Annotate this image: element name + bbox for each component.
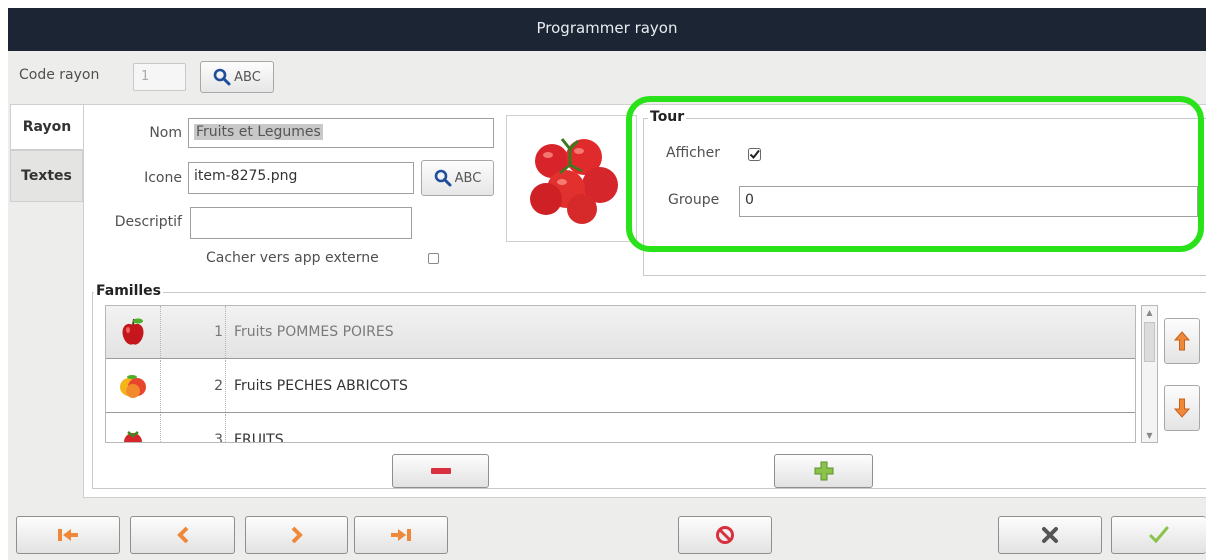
cacher-checkbox[interactable] xyxy=(428,253,439,264)
famille-number: 2 xyxy=(161,360,226,412)
famille-number: 3 xyxy=(161,414,226,442)
peach-icon xyxy=(106,360,161,412)
icone-search-button[interactable]: ABC xyxy=(421,160,494,196)
descriptif-label: Descriptif xyxy=(114,214,182,230)
strawberry-icon xyxy=(106,414,161,442)
nom-value: Fruits et Legumes xyxy=(194,124,323,140)
chevron-left-icon xyxy=(176,526,188,544)
window-title: Programmer rayon xyxy=(8,8,1206,51)
familles-row[interactable]: 3 FRUITS xyxy=(106,414,1135,443)
familles-title: Familles xyxy=(94,283,164,299)
x-icon xyxy=(1042,527,1058,543)
plus-icon xyxy=(814,461,833,481)
tab-textes[interactable]: Textes xyxy=(10,150,83,202)
tomatoes-image xyxy=(529,137,618,224)
famille-name: FRUITS xyxy=(234,432,284,443)
code-rayon-label: Code rayon xyxy=(19,67,100,83)
famille-number: 1 xyxy=(161,306,226,358)
icone-label: Icone xyxy=(144,170,182,186)
famille-name: Fruits POMMES POIRES xyxy=(234,324,394,340)
icone-field[interactable]: item-8275.png xyxy=(188,162,414,194)
scroll-thumb[interactable] xyxy=(1144,322,1155,362)
scroll-down-arrow-icon[interactable]: ▼ xyxy=(1142,429,1157,442)
familles-list: 1 Fruits POMMES POIRES 2 Fruits PECHES A… xyxy=(105,305,1136,443)
remove-famille-button[interactable] xyxy=(392,454,489,488)
apple-icon xyxy=(106,306,161,358)
code-rayon-search-label: ABC xyxy=(234,69,261,85)
cacher-label: Cacher vers app externe xyxy=(206,250,379,266)
familles-row[interactable]: 2 Fruits PECHES ABRICOTS xyxy=(106,360,1135,413)
delete-button[interactable] xyxy=(678,516,772,554)
minus-icon xyxy=(430,468,451,474)
add-famille-button[interactable] xyxy=(774,454,873,488)
tour-highlight xyxy=(626,96,1204,252)
nom-label: Nom xyxy=(149,125,182,141)
code-rayon-search-button[interactable]: ABC xyxy=(200,61,274,93)
move-up-button[interactable] xyxy=(1164,318,1200,364)
descriptif-field[interactable] xyxy=(190,207,412,239)
icone-search-label: ABC xyxy=(454,170,482,186)
chevron-right-icon xyxy=(291,526,303,544)
previous-record-button[interactable] xyxy=(130,516,235,554)
familles-row[interactable]: 1 Fruits POMMES POIRES xyxy=(106,306,1135,359)
validate-button[interactable] xyxy=(1111,516,1206,554)
arrow-up-icon xyxy=(1174,331,1190,351)
arrow-down-icon xyxy=(1174,398,1190,418)
code-rayon-input[interactable]: 1 xyxy=(133,63,186,91)
first-record-icon xyxy=(58,529,78,541)
search-icon xyxy=(213,68,231,86)
move-down-button[interactable] xyxy=(1164,385,1200,431)
tab-rayon[interactable]: Rayon xyxy=(10,104,83,150)
prohibit-icon xyxy=(716,526,734,544)
checkmark-icon xyxy=(1149,526,1169,544)
icon-preview xyxy=(506,115,637,242)
famille-name: Fruits PECHES ABRICOTS xyxy=(234,378,408,394)
last-record-button[interactable] xyxy=(354,516,448,554)
familles-scrollbar[interactable]: ▲ ▼ xyxy=(1141,305,1158,443)
nom-field[interactable]: Fruits et Legumes xyxy=(188,118,494,148)
last-record-icon xyxy=(391,529,411,541)
first-record-button[interactable] xyxy=(16,516,120,554)
cancel-button[interactable] xyxy=(998,516,1102,554)
scroll-up-arrow-icon[interactable]: ▲ xyxy=(1142,306,1157,319)
next-record-button[interactable] xyxy=(245,516,348,554)
search-icon xyxy=(434,169,452,187)
